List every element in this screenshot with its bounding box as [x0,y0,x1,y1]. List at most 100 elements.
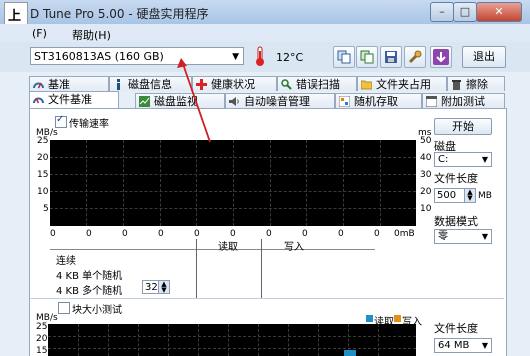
legend-read-label: 读取 [374,317,394,328]
toolbar: ST3160813AS (160 GB) ▼ 12°C 退出 [0,42,530,72]
copy-screen-button[interactable] [356,46,378,68]
tab-error-scan-label: 错误扫描 [296,78,340,91]
tab-health-label: 健康状况 [211,78,255,91]
y-right-tick: 10 [420,204,432,214]
minimize-button[interactable]: – [430,2,454,22]
info-icon [117,79,120,90]
options-button[interactable] [404,46,426,68]
menu-help[interactable]: 帮助(H) [72,27,111,43]
tab-file-benchmark-label: 文件基准 [48,93,92,106]
tab-random-access[interactable]: 随机存取 [335,93,422,108]
start-button[interactable]: 开始 [434,118,492,135]
chart-gridline [228,324,229,356]
tab-extra-tests[interactable]: 附加测试 [422,93,505,108]
health-cross-icon [196,79,207,90]
y-left-tick: 5 [43,204,49,214]
data-mode-select[interactable]: 零 ▼ [434,229,492,244]
file-length-value: 500 [437,190,457,201]
app-logo-text: 上 [8,9,22,24]
block-size-label: 块大小测试 [72,305,122,316]
column-read: 读取 [218,242,238,253]
file-length-stepper[interactable]: 500 ▲ ▼ [434,188,476,203]
close-button[interactable]: ✕ [476,2,522,22]
download-button[interactable] [430,46,452,68]
block-file-length-value: 64 MB [438,340,470,351]
x-tick: 0 [122,229,128,239]
menu-file[interactable]: (F) [32,27,47,40]
save-icon [385,51,397,63]
block-y-tick: 25 [36,322,48,332]
file-gauge-icon [33,97,44,104]
column-write: 写入 [284,242,304,253]
copy-info-button[interactable] [333,46,355,68]
random-icon [339,96,350,107]
app-window: 上 D Tune Pro 5.00 - 硬盘实用程序 – □ ✕ (F) 帮助(… [0,0,530,356]
y-right-tick: 20 [420,187,432,197]
legend-write-swatch [394,315,401,322]
tab-noise-management-label: 自动噪音管理 [244,95,310,108]
block-y-tick: 15 [36,346,48,356]
disk-select[interactable]: C: ▼ [434,152,492,167]
tab-disk-monitor[interactable]: 磁盘监视 [135,93,225,108]
tab-file-benchmark[interactable]: 文件基准 [29,91,119,108]
chart-gridline [48,348,416,349]
block-file-length-select[interactable]: 64 MB ▼ [434,338,492,353]
chart-gridline [123,140,124,226]
legend-read-swatch [366,315,373,322]
y-left-tick: 25 [37,136,49,146]
chevron-down-icon: ▼ [481,232,488,241]
chevron-down-icon: ▼ [232,52,239,62]
tab-erase[interactable]: 擦除 [447,76,505,91]
chart-gridline [78,324,79,356]
block-size-checkbox[interactable] [58,302,70,314]
y-right-tick: 40 [420,153,432,163]
window-title: D Tune Pro 5.00 - 硬盘实用程序 [30,7,209,21]
tab-health[interactable]: 健康状况 [192,76,277,91]
tab-benchmark[interactable]: 基准 [29,76,109,91]
legend-write-label: 写入 [402,317,422,328]
save-button[interactable] [380,46,402,68]
exit-button[interactable]: 退出 [462,46,506,68]
chevron-down-icon: ▼ [481,341,488,350]
chart-gridline [343,140,344,226]
y-left-tick: 10 [37,187,49,197]
drive-select[interactable]: ST3160813AS (160 GB) ▼ [30,47,244,65]
row-sequential: 连续 [56,256,76,267]
tab-disk-info-label: 磁盘信息 [128,78,172,91]
chart-gridline [86,140,87,226]
queue-depth-stepper[interactable]: 32 ▲ ▼ [142,280,170,294]
tab-disk-monitor-label: 磁盘监视 [154,95,198,108]
chart-gridline [378,324,379,356]
transfer-rate-checkbox[interactable] [55,114,67,128]
folder-icon [361,80,372,90]
x-tick: 0 [50,229,56,239]
maximize-button[interactable]: □ [453,2,477,22]
queue-depth-value: 32 [145,282,158,293]
extra-icon [426,96,437,107]
results-column-divider [196,239,197,298]
disk-select-value: C: [438,154,449,165]
tab-disk-info[interactable]: 磁盘信息 [109,76,192,91]
magnifier-icon [281,79,292,90]
row-4kb-multi: 4 KB 多个随机 [56,286,123,297]
tab-folder-usage[interactable]: 文件夹占用 [357,76,447,91]
tab-noise-management[interactable]: 自动噪音管理 [225,93,335,108]
chart-gridline [258,324,259,356]
results-column-divider [261,239,262,298]
chart-gridline [108,324,109,356]
copy-screen-icon [360,50,374,64]
read-bar [344,350,356,356]
block-size-chart [48,324,416,356]
x-tick: 0 [338,229,344,239]
y-right-tick: 30 [420,170,432,180]
transfer-rate-label: 传输速率 [69,119,109,130]
tab-folder-usage-label: 文件夹占用 [376,78,431,91]
stepper-arrows-icon[interactable]: ▲ ▼ [464,189,475,202]
tab-error-scan[interactable]: 错误扫描 [277,76,357,91]
file-length-label: 文件长度 [434,172,478,185]
chart-gridline [306,140,307,226]
stepper-arrows-icon[interactable]: ▲ ▼ [158,281,169,294]
data-mode-value: 零 [438,231,448,242]
results-divider [50,249,375,250]
x-tick: 0 [266,229,272,239]
